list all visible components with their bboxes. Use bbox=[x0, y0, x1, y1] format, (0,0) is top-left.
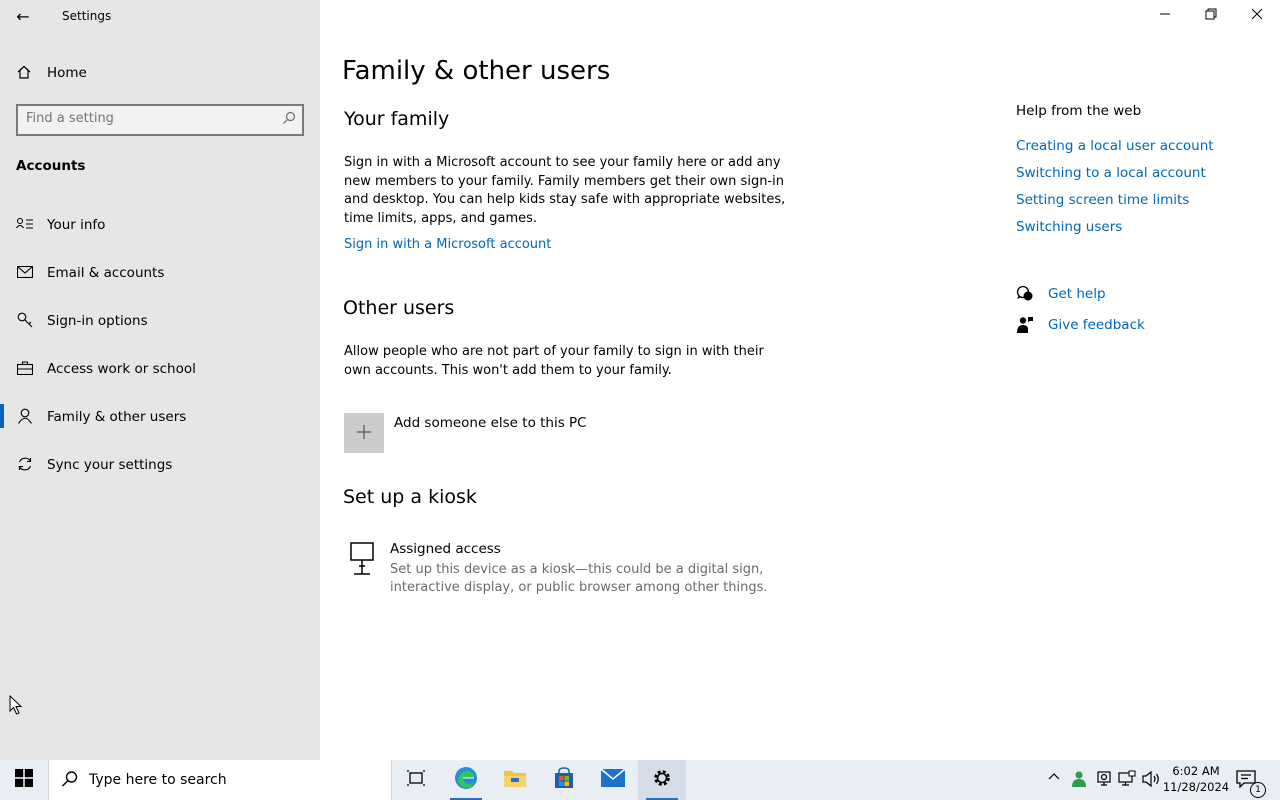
get-help-label: Get help bbox=[1048, 286, 1106, 302]
person-icon bbox=[16, 407, 34, 425]
mouse-cursor-icon bbox=[9, 694, 23, 719]
briefcase-icon bbox=[16, 359, 34, 377]
volume-icon[interactable] bbox=[1141, 770, 1161, 792]
mail-app-icon bbox=[600, 768, 626, 792]
kiosk-heading: Set up a kiosk bbox=[343, 486, 477, 508]
section-title-accounts: Accounts bbox=[16, 158, 86, 174]
restore-button[interactable] bbox=[1188, 0, 1234, 32]
window-title: Settings bbox=[62, 9, 112, 23]
give-feedback-label: Give feedback bbox=[1048, 317, 1145, 333]
sidebar-item-your-info[interactable]: Your info bbox=[0, 204, 320, 244]
help-link-screen-time-limits[interactable]: Setting screen time limits bbox=[1016, 192, 1189, 208]
back-button[interactable]: ← bbox=[8, 4, 38, 28]
nav-home[interactable]: Home bbox=[0, 60, 320, 86]
sidebar-item-label: Family & other users bbox=[47, 409, 187, 425]
add-user-button[interactable] bbox=[344, 413, 384, 453]
taskbar-clock[interactable]: 6:02 AM 11/28/2024 bbox=[1160, 763, 1232, 795]
close-button[interactable] bbox=[1234, 0, 1280, 32]
assigned-access-description: Set up this device as a kiosk—this could… bbox=[390, 562, 768, 595]
sync-icon bbox=[16, 455, 34, 473]
home-icon bbox=[16, 64, 32, 84]
people-tray-icon[interactable] bbox=[1070, 770, 1088, 792]
network-icon[interactable] bbox=[1118, 770, 1136, 792]
sidebar-item-label: Sync your settings bbox=[47, 457, 173, 473]
plus-icon bbox=[356, 421, 372, 446]
taskbar-app-edge[interactable] bbox=[442, 760, 490, 800]
taskbar: Type here to search 6:02 AM 11/28/2024 1 bbox=[0, 760, 1280, 800]
folder-icon bbox=[503, 768, 527, 792]
feedback-person-icon bbox=[1016, 316, 1034, 334]
sidebar-item-label: Access work or school bbox=[47, 361, 196, 377]
other-users-description: Allow people who are not part of your fa… bbox=[344, 344, 764, 378]
sign-in-microsoft-account-link[interactable]: Sign in with a Microsoft account bbox=[344, 237, 551, 252]
sidebar-item-family-other-users[interactable]: Family & other users bbox=[0, 396, 320, 436]
windows-logo-icon bbox=[15, 769, 33, 791]
minimize-icon bbox=[1159, 8, 1171, 24]
taskbar-search-box[interactable]: Type here to search bbox=[48, 760, 392, 800]
sidebar-item-label: Sign-in options bbox=[47, 313, 148, 329]
other-users-heading: Other users bbox=[343, 297, 455, 319]
clock-date: 11/28/2024 bbox=[1162, 780, 1230, 794]
close-icon bbox=[1251, 8, 1263, 24]
store-icon bbox=[553, 767, 575, 793]
sidebar: ← Settings Home Accounts Your info Email… bbox=[0, 0, 320, 760]
device-tray-icon[interactable] bbox=[1095, 770, 1113, 792]
your-family-heading: Your family bbox=[344, 108, 450, 130]
notification-count-badge: 1 bbox=[1250, 782, 1266, 798]
help-link-create-local-account[interactable]: Creating a local user account bbox=[1016, 138, 1214, 154]
help-link-switching-users[interactable]: Switching users bbox=[1016, 219, 1122, 235]
back-arrow-icon: ← bbox=[16, 6, 30, 26]
task-view-icon bbox=[406, 769, 426, 791]
contact-card-icon bbox=[16, 215, 34, 233]
restore-icon bbox=[1205, 8, 1217, 24]
sidebar-item-email-accounts[interactable]: Email & accounts bbox=[0, 252, 320, 292]
mail-icon bbox=[16, 263, 34, 281]
chat-help-icon bbox=[1016, 285, 1034, 303]
add-user-label[interactable]: Add someone else to this PC bbox=[394, 415, 587, 431]
minimize-button[interactable] bbox=[1142, 0, 1188, 32]
show-hidden-icons-chevron-icon[interactable] bbox=[1047, 770, 1061, 788]
start-button[interactable] bbox=[0, 760, 48, 800]
help-from-web-title: Help from the web bbox=[1016, 103, 1142, 119]
settings-search-box[interactable] bbox=[16, 104, 304, 136]
settings-gear-icon bbox=[651, 767, 673, 793]
your-family-description: Sign in with a Microsoft account to see … bbox=[344, 155, 786, 226]
search-icon[interactable] bbox=[282, 111, 296, 129]
sidebar-item-label: Email & accounts bbox=[47, 265, 165, 281]
taskbar-app-mail[interactable] bbox=[589, 760, 637, 800]
taskbar-app-settings[interactable] bbox=[638, 760, 686, 800]
help-link-switch-local-account[interactable]: Switching to a local account bbox=[1016, 165, 1206, 181]
task-view-button[interactable] bbox=[392, 760, 440, 800]
sidebar-item-sign-in-options[interactable]: Sign-in options bbox=[0, 300, 320, 340]
kiosk-icon[interactable] bbox=[348, 541, 376, 577]
sidebar-item-access-work-school[interactable]: Access work or school bbox=[0, 348, 320, 388]
edge-browser-icon bbox=[454, 766, 478, 794]
page-title: Family & other users bbox=[342, 56, 611, 86]
taskbar-app-file-explorer[interactable] bbox=[491, 760, 539, 800]
assigned-access-title[interactable]: Assigned access bbox=[390, 541, 501, 557]
nav-home-label: Home bbox=[47, 65, 87, 81]
key-icon bbox=[16, 311, 34, 329]
settings-search-input[interactable] bbox=[26, 111, 266, 126]
sidebar-item-label: Your info bbox=[47, 217, 106, 233]
taskbar-app-store[interactable] bbox=[540, 760, 588, 800]
sidebar-item-sync-settings[interactable]: Sync your settings bbox=[0, 444, 320, 484]
clock-time: 6:02 AM bbox=[1172, 764, 1220, 778]
taskbar-search-placeholder: Type here to search bbox=[89, 772, 227, 788]
search-icon bbox=[61, 770, 79, 792]
